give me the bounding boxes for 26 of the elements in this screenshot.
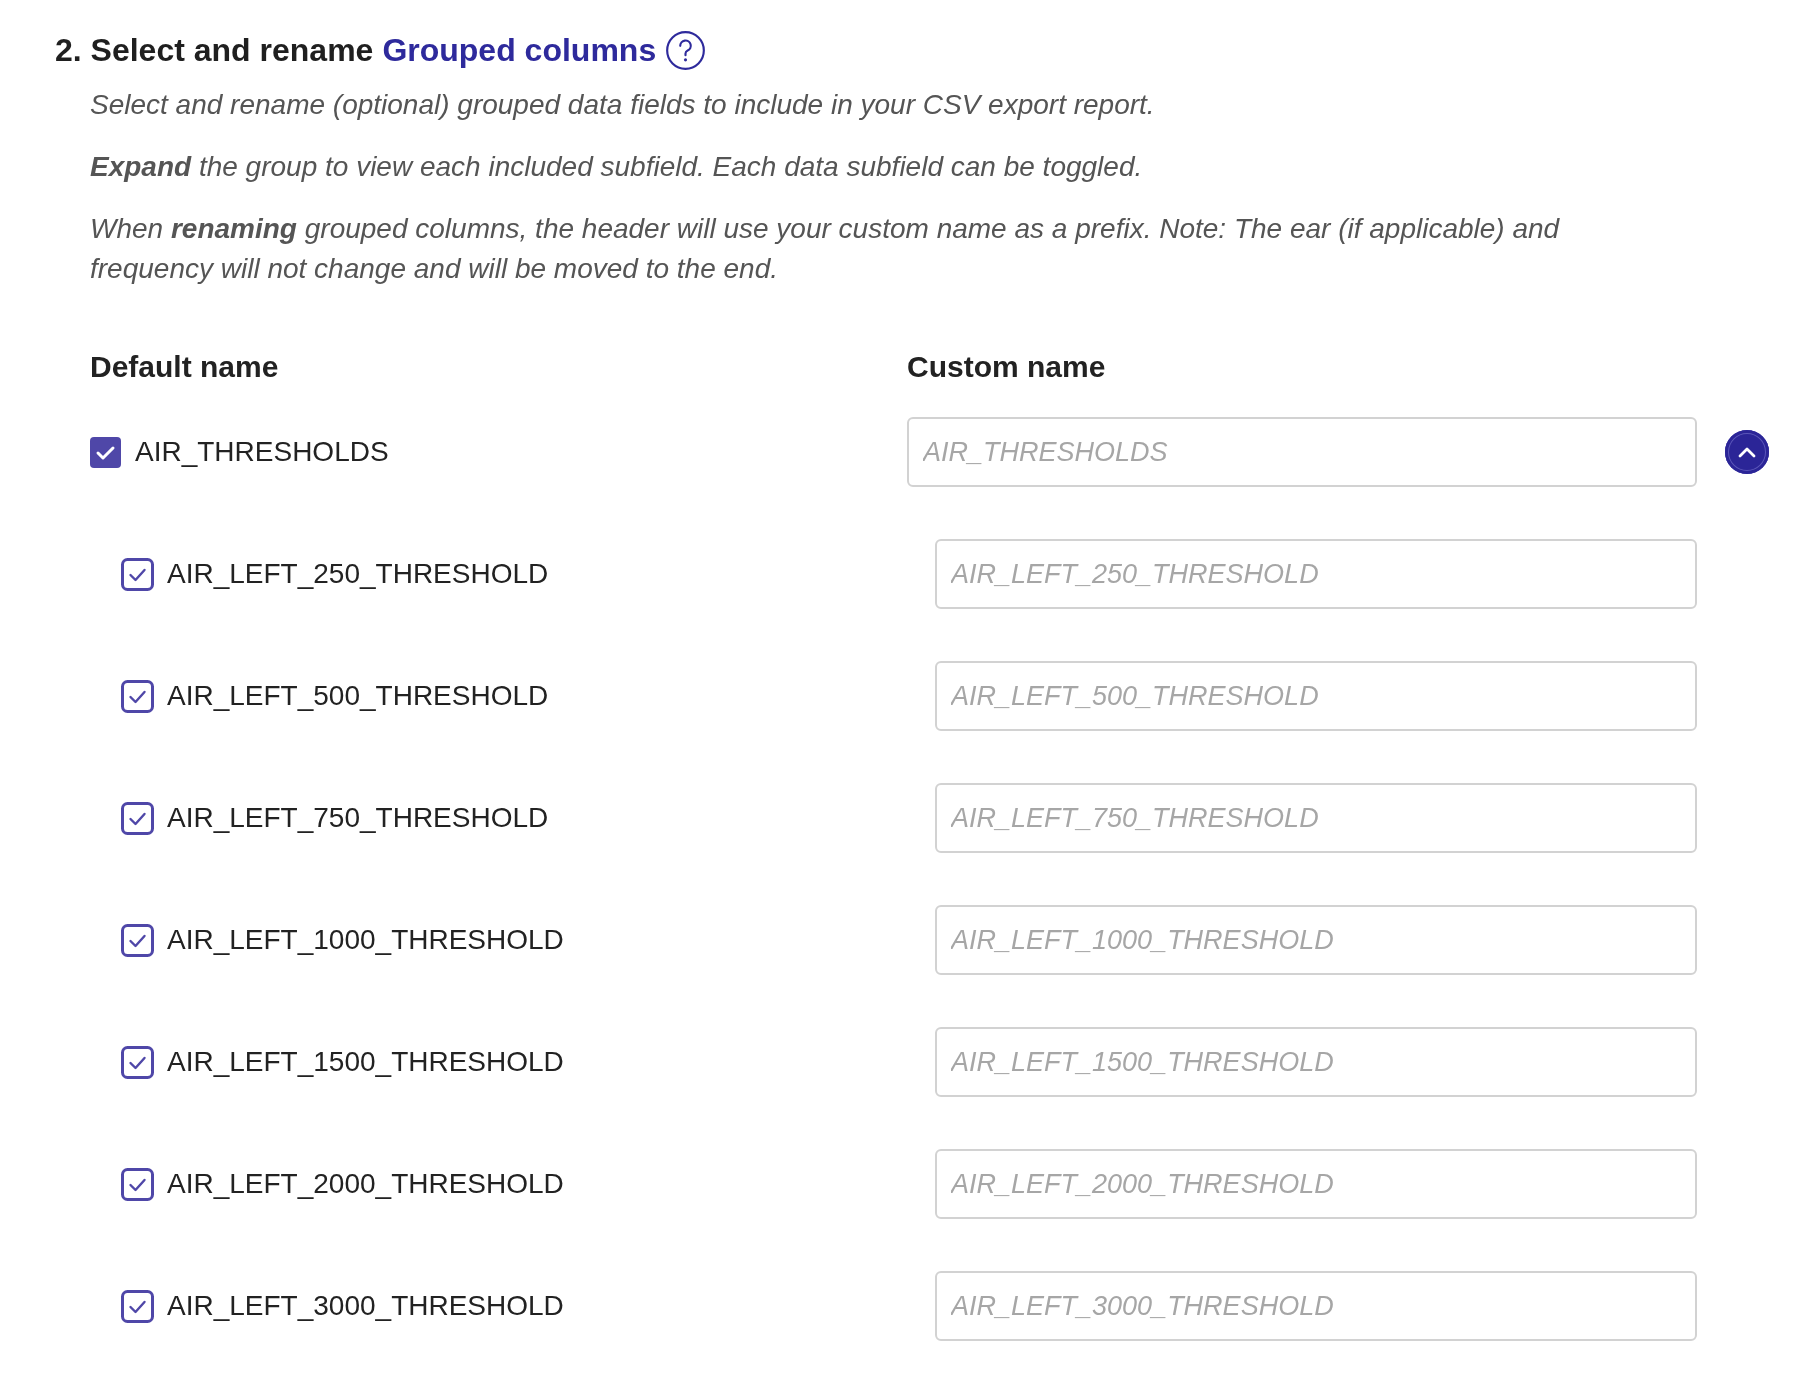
- field-name: AIR_THRESHOLDS: [135, 435, 389, 469]
- field-name: AIR_LEFT_1000_THRESHOLD: [167, 923, 564, 957]
- checked-checkbox[interactable]: [121, 1289, 154, 1323]
- field-name: AIR_LEFT_3000_THRESHOLD: [167, 1289, 564, 1323]
- chevron-up-icon: [1738, 446, 1756, 458]
- collapse-button[interactable]: [1725, 430, 1769, 474]
- description-text: When renaming grouped columns, the header will use your custom name as a prefix. Note: The ear (if applicable) and frequency will not change and will be moved to the end.: [90, 212, 1561, 286]
- column-header: Custom name: [907, 349, 1106, 385]
- checked-checkbox[interactable]: [121, 557, 154, 591]
- grouped-columns-link[interactable]: Grouped columns: [382, 30, 657, 70]
- checked-checkbox[interactable]: [121, 923, 154, 957]
- checked-checkbox[interactable]: [90, 436, 121, 468]
- field-name: AIR_LEFT_1500_THRESHOLD: [167, 1045, 564, 1079]
- checked-checkbox[interactable]: [121, 801, 154, 835]
- field-name: AIR_LEFT_2000_THRESHOLD: [167, 1167, 564, 1201]
- checked-checkbox[interactable]: [121, 1167, 154, 1201]
- field-name: AIR_LEFT_500_THRESHOLD: [167, 679, 549, 713]
- section-title: 2. Select and rename: [55, 31, 374, 70]
- help-icon[interactable]: [666, 30, 706, 70]
- field-name: AIR_LEFT_250_THRESHOLD: [167, 557, 549, 591]
- description-text: Select and rename (optional) grouped data fields to include in your CSV export report.: [90, 88, 1156, 122]
- checked-checkbox[interactable]: [121, 1045, 154, 1079]
- column-header: Default name: [90, 349, 280, 385]
- description-text: Expand the group to view each included subfield. Each data subfield can be toggled.: [90, 150, 1144, 184]
- checked-checkbox[interactable]: [121, 679, 154, 713]
- field-name: AIR_LEFT_750_THRESHOLD: [167, 801, 549, 835]
